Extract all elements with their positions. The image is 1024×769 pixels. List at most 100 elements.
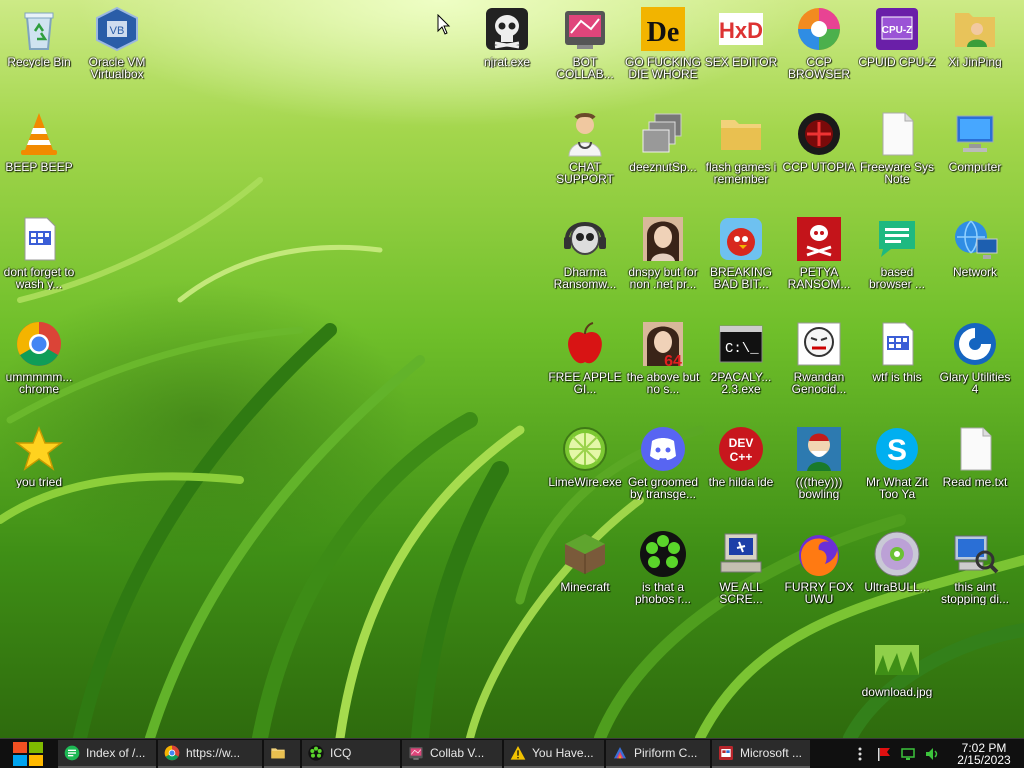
desktop-icon-chat-support[interactable]: CHAT SUPPORT [546,105,624,209]
desktop-icon-recycle-bin[interactable]: Recycle Bin [0,0,78,104]
desktop-icon-deeznut[interactable]: deeznutSp... [624,105,702,209]
desktop-icon-freeware-note[interactable]: Freeware Sys Note [858,105,936,209]
taskbar-button-label: Collab V... [430,745,485,760]
hxd-icon: HxD [717,5,765,53]
desktop-icon-oracle-vm[interactable]: VB Oracle VM Virtualbox [78,0,156,104]
start-button[interactable] [0,739,56,769]
desktop-icon-this-aint[interactable]: this aint stopping di... [936,525,1014,629]
folder-icon [717,110,765,158]
desktop-icon-xi-jinping[interactable]: Xi JinPing [936,0,1014,104]
desktop-icon-label: LimeWire.exe [548,476,622,488]
desktop-icon-go-die[interactable]: De GO FUCKING DIE WHORE [624,0,702,104]
desktop-icon-ccp-utopia[interactable]: CCP UTOPIA [780,105,858,209]
piriform-icon [612,745,628,761]
desktop-icon-flash-games[interactable]: flash games i remember [702,105,780,209]
desktop-icon-cpuid[interactable]: CPU-Z CPUID CPU-Z [858,0,936,104]
desktop-icon-label: Recycle Bin [7,56,71,68]
desktop-icon-dont-forget[interactable]: dont forget to wash y... [0,210,78,314]
desktop-icon-label: dont forget to wash y... [3,266,75,290]
desktop-icon-free-apple[interactable]: FREE APPLE GI... [546,315,624,419]
desktop-icon-label: BEEP BEEP [5,161,73,173]
desktop-icon-they-bowling[interactable]: (((they))) bowling [780,420,858,524]
bot-collab-icon [408,745,424,761]
desktop-icon-label: Minecraft [560,581,610,593]
clock-date: 2/15/2023 [957,753,1011,767]
desktop-icon-sex-editor[interactable]: HxD SEX EDITOR [702,0,780,104]
desktop-icon-breaking-bad[interactable]: BREAKING BAD BIT... [702,210,780,314]
taskbar-window-list: Index of /... https://w... ICQ Collab V... Y… [56,739,810,768]
desktop-icon-minecraft[interactable]: Minecraft [546,525,624,629]
desktop-icon-computer[interactable]: Computer [936,105,1014,209]
desktop-icon-label: BOT COLLAB... [556,56,614,80]
doctor-icon [561,110,609,158]
volume-icon[interactable] [922,744,942,764]
rage-face-icon [795,320,843,368]
glary-icon [951,320,999,368]
folder-icon [270,745,286,761]
de-icon: De [639,5,687,53]
user-folder-icon [951,5,999,53]
desktop-icon-label: GO FUCKING DIE WHORE [624,56,701,80]
taskbar-button-collab[interactable]: Collab V... [402,739,502,768]
desktop-icon-hilda[interactable]: DEV C++ the hilda ide [702,420,780,524]
desktop-icon-network[interactable]: Network [936,210,1014,314]
desktop-icon-glary[interactable]: Glary Utilities 4 [936,315,1014,419]
desktop-icon-label: you tried [15,476,63,488]
text-file-icon [951,425,999,473]
system-clock[interactable]: 7:02 PM 2/15/2023 [944,742,1024,766]
desktop-icon-limewire[interactable]: LimeWire.exe [546,420,624,524]
desktop-icon-dharma[interactable]: Dharma Ransomw... [546,210,624,314]
desktop-icon-phobos[interactable]: is that a phobos r... [624,525,702,629]
desktop-icon-label: the hilda ide [708,476,774,488]
desktop-icon-ultrabull[interactable]: UltraBULL... [858,525,936,629]
taskbar-button-index-of[interactable]: Index of /... [58,739,156,768]
desktop-icon-ccp-browser[interactable]: CCP BROWSER [780,0,858,104]
taskbar-button-you-have[interactable]: You Have... [504,739,604,768]
desktop-icon-chrome[interactable]: ummmmm... chrome [0,315,78,419]
desktop-icon-rwandan[interactable]: Rwandan Genocid... [780,315,858,419]
windows-logo-icon [13,741,43,766]
skype-icon: S [873,425,921,473]
svg-text:C:\_: C:\_ [725,341,759,357]
desktop-icon-label: Read me.txt [942,476,1008,488]
desktop-icon-beep-beep[interactable]: BEEP BEEP [0,105,78,209]
desktop-icon-the-above[interactable]: 64 the above but no s... [624,315,702,419]
desktop-icon-petya[interactable]: PETYA RANSOM... [780,210,858,314]
taskbar-button-piriform[interactable]: Piriform C... [606,739,710,768]
desktop-icon-groomed[interactable]: Get groomed by transge... [624,420,702,524]
desktop-icon-label: this aint stopping di... [940,581,1010,605]
taskbar-button-microsoft[interactable]: Microsoft ... [712,739,810,768]
svg-text:DEV: DEV [729,436,754,450]
network-tray-icon[interactable] [898,744,918,764]
green-chat-icon [64,745,80,761]
ccp-browser-icon [795,5,843,53]
action-center-flag-icon[interactable] [874,744,894,764]
desktop-icon-based-browser[interactable]: based browser ... [858,210,936,314]
taskbar-button-icq[interactable]: ICQ [302,739,400,768]
desktop-icon-label: Dharma Ransomw... [553,266,617,290]
desktop-icon-you-tried[interactable]: you tried [0,420,78,524]
apple-icon [561,320,609,368]
console-icon: C:\_ [717,320,765,368]
desktop-icon-label: Glary Utilities 4 [939,371,1011,395]
taskbar-button-file-explorer[interactable] [264,739,300,768]
desktop-icon-njrat[interactable]: njrat.exe [468,0,546,104]
desktop-icon-wtf-is-this[interactable]: wtf is this [858,315,936,419]
desktop-icon-we-all-scream[interactable]: WE ALL SCRE... [702,525,780,629]
desktop-icon-bot-collab[interactable]: BOT COLLAB... [546,0,624,104]
desktop-icon-mr-what[interactable]: S Mr What Zit Too Ya [858,420,936,524]
document-icon [873,320,921,368]
vlc-cone-icon [15,110,63,158]
desktop-icon-dnspy[interactable]: dnspy but for non .net pr... [624,210,702,314]
desktop-icon-furry-fox[interactable]: FURRY FOX UWU [780,525,858,629]
svg-text:De: De [647,17,680,48]
taskbar-button-label: You Have... [532,745,594,760]
recycle-bin-icon [15,5,63,53]
desktop-icon-label: (((they))) bowling [795,476,843,500]
desktop-icon-label: CPUID CPU-Z [858,56,936,68]
taskbar-button-chrome-https[interactable]: https://w... [158,739,262,768]
desktop-icon-readme[interactable]: Read me.txt [936,420,1014,524]
desktop-icon-2pacaly[interactable]: C:\_ 2PACALY... 2.3.exe [702,315,780,419]
more-options-icon[interactable] [850,744,870,764]
desktop-icon-download-jpg[interactable]: download.jpg [858,630,936,734]
